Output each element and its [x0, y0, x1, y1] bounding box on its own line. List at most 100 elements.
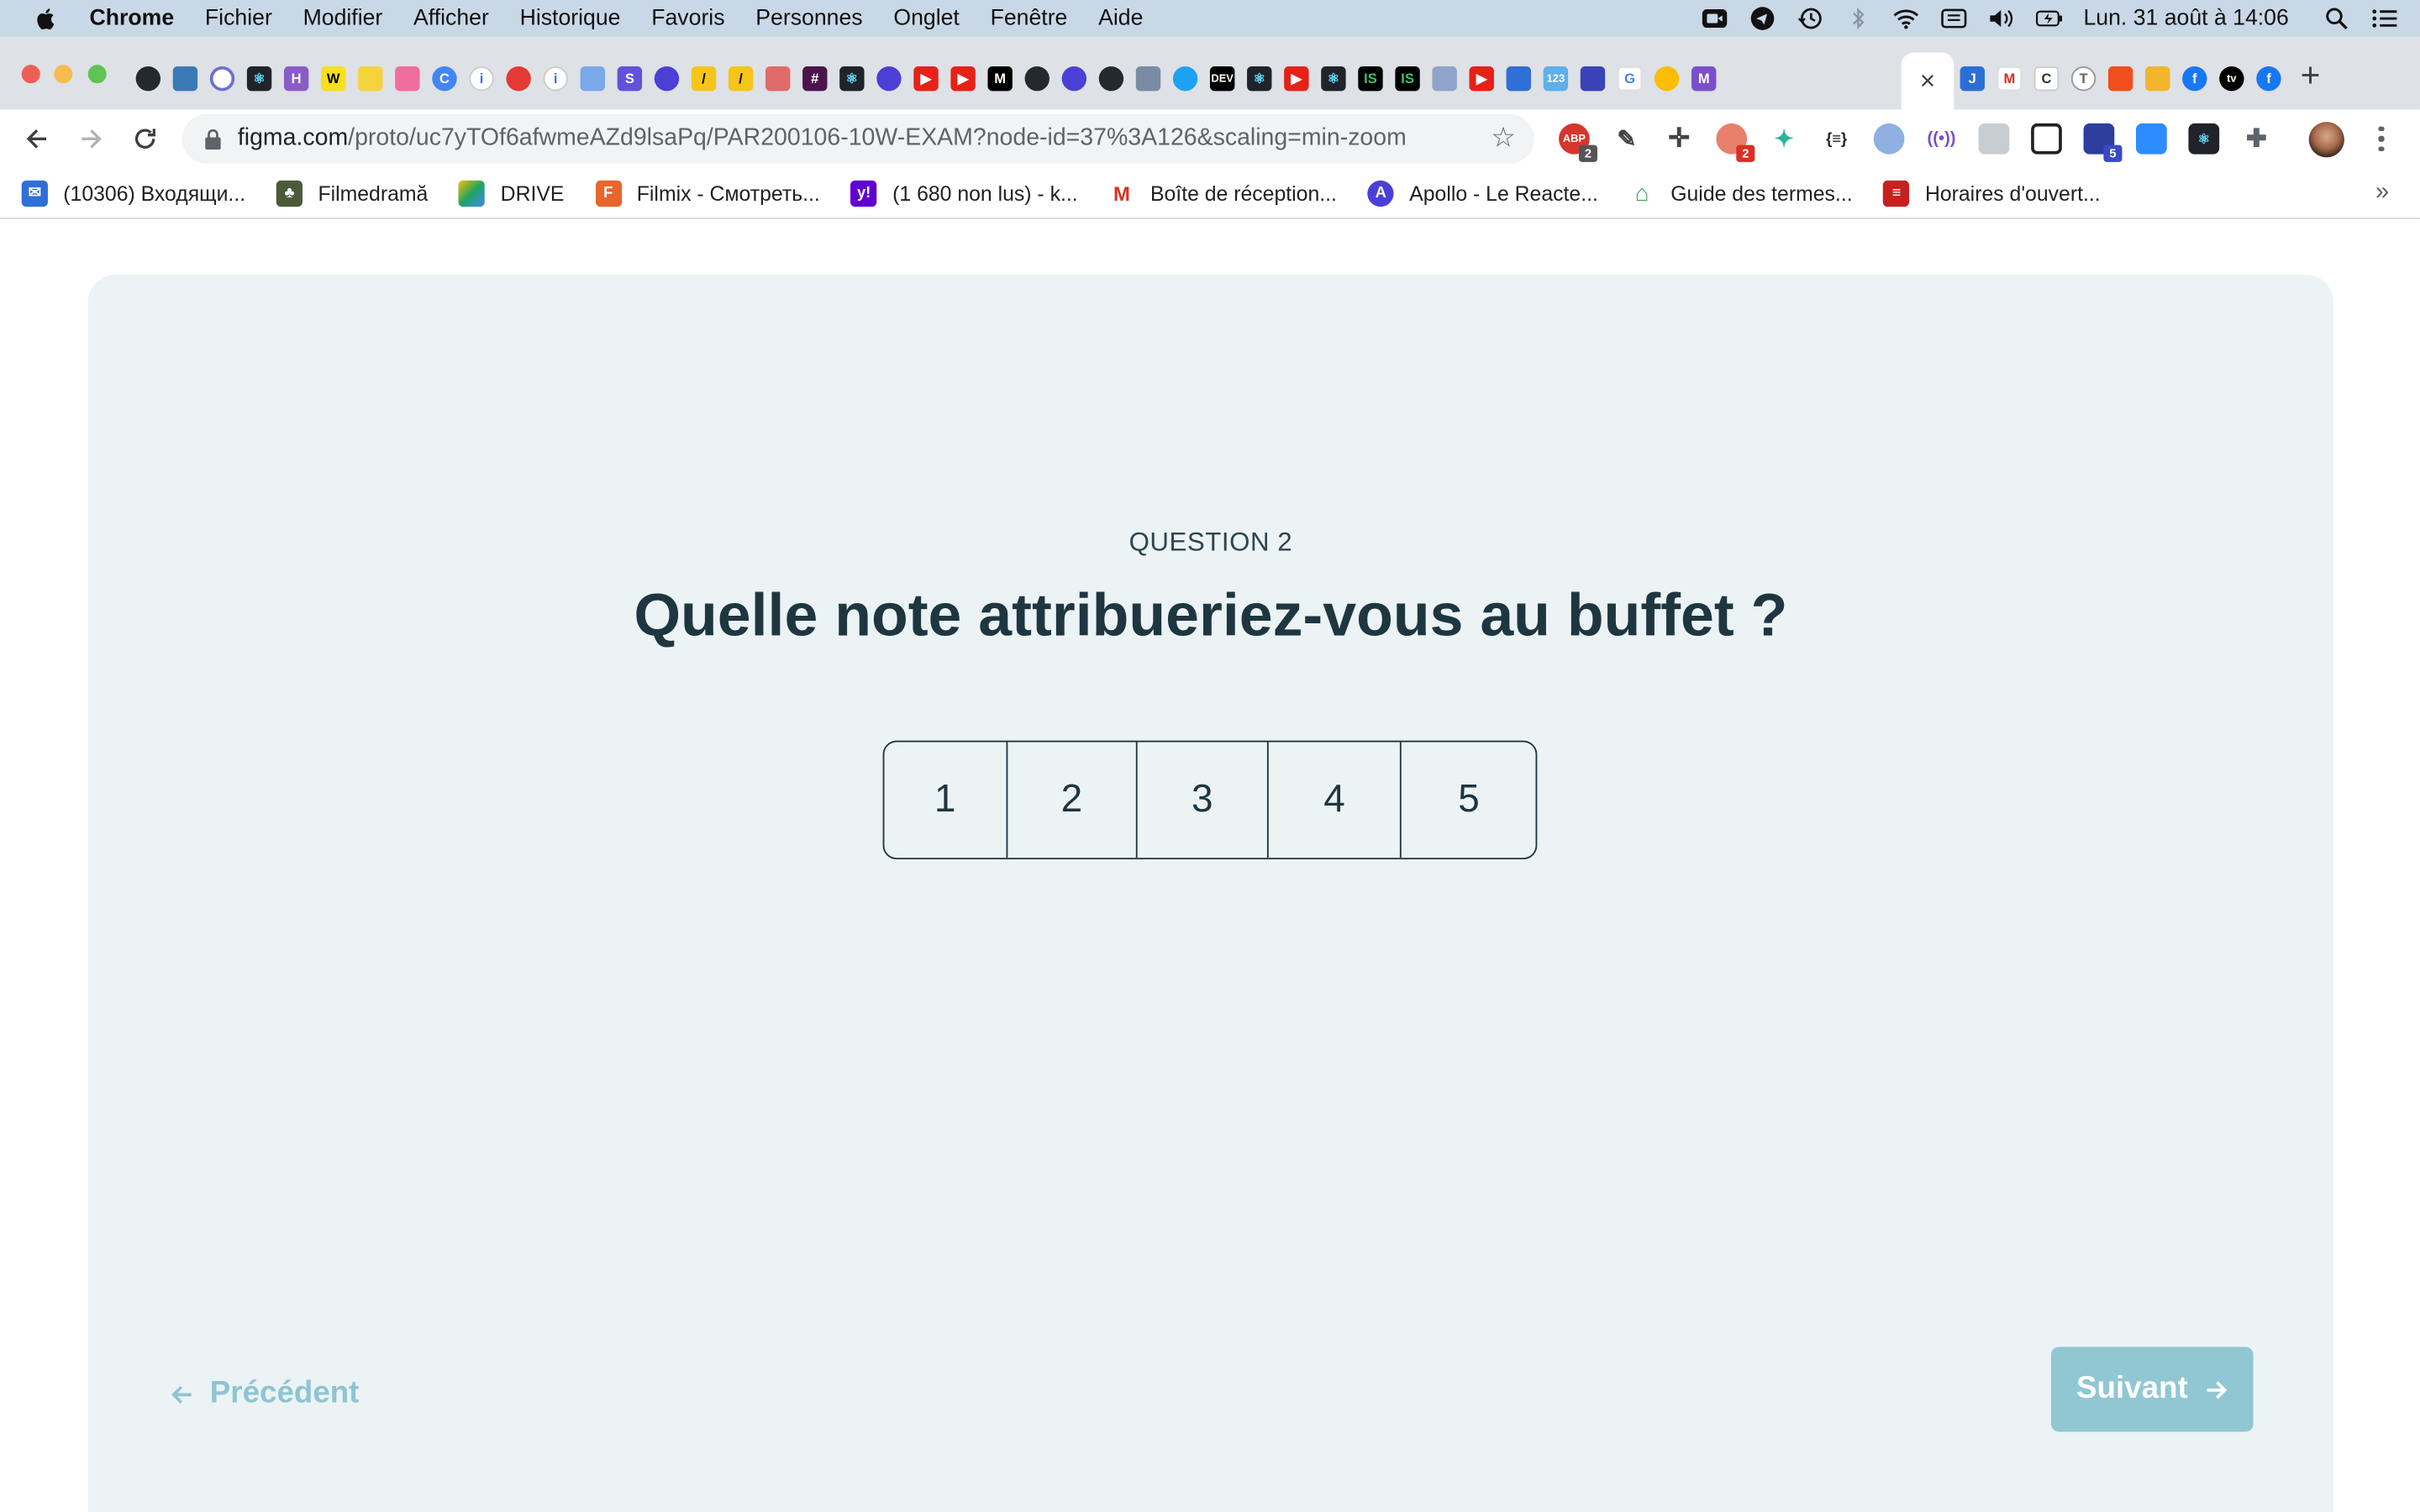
tab-github3-icon[interactable] — [1098, 66, 1124, 92]
bookmark-yahoo[interactable]: y! (1 680 non lus) - k... — [850, 179, 1078, 207]
tab-tv-icon[interactable]: tv — [2219, 66, 2244, 92]
tab-j-icon[interactable]: J — [1960, 66, 1985, 92]
apple-icon[interactable] — [34, 6, 58, 30]
menu-onglet[interactable]: Onglet — [893, 6, 959, 30]
tab-react3-icon[interactable]: ⚛ — [1247, 66, 1272, 92]
circle-extension-icon[interactable] — [1873, 123, 1905, 155]
time-machine-icon[interactable] — [1797, 6, 1824, 30]
keyboard-icon[interactable] — [1940, 6, 1968, 30]
menu-fenetre[interactable]: Fenêtre — [991, 6, 1068, 30]
rating-option-4[interactable]: 4 — [1268, 742, 1402, 858]
profile-avatar[interactable] — [2308, 122, 2344, 158]
telegram-icon[interactable] — [1749, 6, 1776, 30]
tab-hex-icon[interactable] — [580, 66, 605, 92]
bluetooth-icon[interactable] — [1844, 6, 1872, 30]
bookmark-filmix[interactable]: F Filmix - Смотреть... — [595, 179, 820, 207]
spotlight-icon[interactable] — [2323, 6, 2350, 30]
bird-extension-icon[interactable]: ✦ — [1769, 123, 1800, 155]
shield-icon[interactable] — [1978, 123, 2010, 155]
puzzle-icon[interactable]: ✚ — [2241, 123, 2272, 155]
tab-github-icon[interactable] — [135, 66, 161, 92]
tab-pen-icon[interactable]: / — [691, 66, 717, 92]
volume-icon[interactable] — [1988, 6, 2016, 30]
tab-cloud-icon[interactable] — [172, 66, 198, 92]
eyedropper-icon[interactable]: ✎ — [1612, 123, 1643, 155]
tab-pen2-icon[interactable]: / — [728, 66, 754, 92]
tab-s-icon[interactable]: S — [617, 66, 643, 92]
tab-slack-icon[interactable]: # — [802, 66, 828, 92]
tab-react-icon[interactable]: ⚛ — [246, 66, 272, 92]
tab-twitter-icon[interactable] — [1172, 66, 1198, 92]
menu-clock[interactable]: Lun. 31 août à 14:06 — [2083, 6, 2288, 30]
menu-historique[interactable]: Historique — [520, 6, 621, 30]
tab-film-icon[interactable] — [1135, 66, 1161, 92]
image-icon[interactable] — [2031, 123, 2062, 155]
tab-w-icon[interactable]: W — [321, 66, 346, 92]
tab-yellow-icon[interactable] — [1654, 66, 1680, 92]
menu-aide[interactable]: Aide — [1098, 6, 1143, 30]
tab-facebook2-icon[interactable]: f — [2256, 66, 2281, 92]
tab-youtube4-icon[interactable]: ▶ — [1469, 66, 1494, 92]
zoom-icon[interactable] — [2135, 123, 2167, 155]
tab-youtube2-icon[interactable]: ▶ — [950, 66, 976, 92]
window-minimize-button[interactable] — [54, 65, 73, 84]
bookmark-guide[interactable]: ⌂ Guide des termes... — [1628, 179, 1853, 207]
menu-app-name[interactable]: Chrome — [90, 6, 175, 30]
react-devtools-icon[interactable]: ⚛ — [2188, 123, 2220, 155]
tab-mail2-icon[interactable] — [1580, 66, 1606, 92]
tab-h-icon[interactable]: H — [283, 66, 309, 92]
move-icon[interactable]: ✛ — [1664, 123, 1695, 155]
tab-123-icon[interactable]: 123 — [1543, 66, 1569, 92]
tab-t-icon[interactable]: T — [2070, 66, 2096, 92]
bookmark-gmail[interactable]: M Boîte de réception... — [1108, 179, 1337, 207]
more-menu-icon[interactable] — [2370, 122, 2392, 155]
forward-arrow-icon[interactable] — [76, 123, 107, 155]
tab-c2-icon[interactable]: C — [2033, 66, 2060, 92]
tab-facebook-icon[interactable]: f — [2182, 66, 2207, 92]
tab-circle-icon[interactable] — [209, 66, 235, 92]
tab-apollo2-icon[interactable] — [876, 66, 902, 92]
tab-c-icon[interactable]: C — [432, 66, 457, 92]
tab-swirl-icon[interactable] — [765, 66, 791, 92]
bookmarks-overflow-icon[interactable]: » — [2375, 179, 2389, 207]
json-icon[interactable]: {≡} — [1821, 123, 1852, 155]
tab-youtube-icon[interactable]: ▶ — [913, 66, 939, 92]
tab-youtube3-icon[interactable]: ▶ — [1284, 66, 1309, 92]
bookmark-drive[interactable]: DRIVE — [459, 179, 564, 207]
tab-m-icon[interactable]: M — [1691, 66, 1717, 92]
tab-github2-icon[interactable] — [1024, 66, 1050, 92]
adblock-icon[interactable]: ABP 2 — [1559, 123, 1597, 162]
tab-is-icon[interactable]: IS — [1358, 66, 1383, 92]
window-close-button[interactable] — [21, 65, 40, 84]
tab-dev-icon[interactable]: DEV — [1209, 66, 1235, 92]
bookmark-horaires[interactable]: ≡ Horaires d'ouvert... — [1883, 179, 2101, 207]
tab-is2-icon[interactable]: IS — [1395, 66, 1420, 92]
graduation-icon[interactable]: 5 — [2083, 123, 2123, 162]
new-tab-button[interactable]: + — [2295, 58, 2326, 92]
tab-briefcase-icon[interactable] — [358, 66, 383, 92]
tab-apollo-icon[interactable] — [654, 66, 680, 92]
tab-close-icon[interactable]: × — [1920, 66, 1935, 97]
address-bar[interactable]: figma.com/proto/uc7yTOf6afwmeAZd9lsaPq/P… — [182, 113, 1534, 164]
tab-react2-icon[interactable]: ⚛ — [839, 66, 865, 92]
tab-pink-icon[interactable] — [395, 66, 420, 92]
red-extension-icon[interactable]: 2 — [1716, 123, 1755, 162]
battery-charging-icon[interactable] — [2035, 6, 2064, 30]
back-arrow-icon[interactable] — [22, 123, 53, 155]
wifi-icon[interactable] — [1892, 6, 1920, 30]
tab-mail-icon[interactable] — [1506, 66, 1532, 92]
rating-option-3[interactable]: 3 — [1138, 742, 1269, 858]
active-tab[interactable]: × — [1901, 52, 1954, 110]
url-text[interactable]: figma.com/proto/uc7yTOf6afwmeAZd9lsaPq/P… — [238, 125, 1407, 153]
menu-modifier[interactable]: Modifier — [303, 6, 383, 30]
rating-option-2[interactable]: 2 — [1007, 742, 1139, 858]
bookmark-star-icon[interactable]: ☆ — [1491, 123, 1518, 151]
tab-react4-icon[interactable]: ⚛ — [1321, 66, 1346, 92]
tab-figma-icon[interactable] — [2107, 66, 2133, 92]
window-zoom-button[interactable] — [87, 65, 107, 84]
tab-red-icon[interactable] — [506, 66, 531, 92]
tab-apollo3-icon[interactable] — [1061, 66, 1087, 92]
tab-gmail-icon[interactable]: M — [1996, 66, 2023, 92]
control-center-icon[interactable] — [2370, 6, 2398, 30]
tab-translate-icon[interactable] — [1432, 66, 1457, 92]
